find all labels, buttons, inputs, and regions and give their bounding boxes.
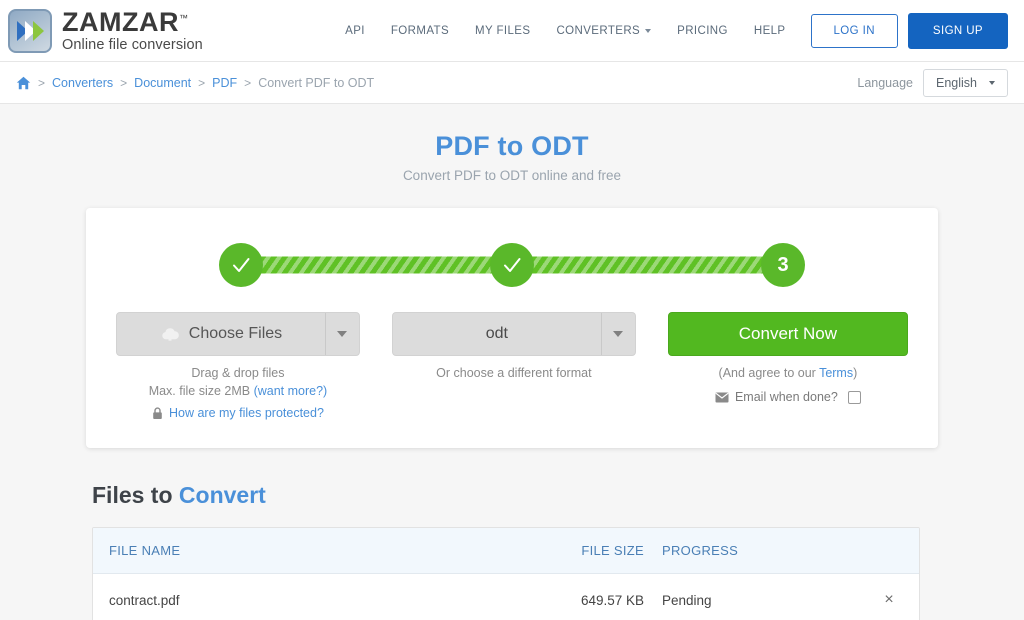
logo-title: ZAMZAR	[62, 7, 179, 37]
chevron-down-icon	[989, 81, 995, 85]
terms-link[interactable]: Terms	[819, 366, 853, 380]
nav-item-converters[interactable]: CONVERTERS	[543, 25, 664, 37]
table-row: contract.pdf 649.57 KB Pending ×	[93, 574, 919, 620]
choose-files-dropdown-toggle[interactable]	[325, 313, 359, 355]
files-table: FILE NAME FILE SIZE PROGRESS contract.pd…	[92, 527, 920, 620]
column-header-file-size: FILE SIZE	[524, 543, 644, 558]
format-selected-value-wrap[interactable]: odt	[393, 313, 601, 355]
terms-prefix: (And agree to our	[719, 366, 820, 380]
logo-link[interactable]: ZAMZAR™ Online file conversion	[8, 9, 203, 53]
breadcrumb: > Converters > Document > PDF > Convert …	[16, 76, 374, 90]
format-selected-value: odt	[486, 325, 508, 343]
nav-item-pricing[interactable]: PRICING	[664, 25, 741, 37]
format-select[interactable]: odt	[392, 312, 636, 356]
conversion-card: 3 Choose Files Drag & drop	[86, 208, 938, 448]
choose-files-button[interactable]: Choose Files	[116, 312, 360, 356]
step-2-complete-icon	[490, 243, 534, 287]
site-header: ZAMZAR™ Online file conversion API FORMA…	[0, 0, 1024, 62]
breadcrumb-item-document[interactable]: Document	[134, 76, 191, 90]
nav-label: CONVERTERS	[556, 25, 640, 37]
step-2-column: odt Or choose a different format	[392, 312, 636, 380]
page-title-block: PDF to ODT Convert PDF to ODT online and…	[0, 104, 1024, 183]
nav-label: FORMATS	[391, 25, 449, 37]
language-selected-value: English	[936, 76, 977, 90]
breadcrumb-separator: >	[244, 76, 251, 90]
nav-item-my-files[interactable]: MY FILES	[462, 25, 543, 37]
step-1-complete-icon	[219, 243, 263, 287]
files-title-prefix: Files to	[92, 482, 179, 508]
logo-subtitle: Online file conversion	[62, 38, 203, 53]
file-progress-cell: Pending	[644, 593, 859, 608]
column-header-progress: PROGRESS	[644, 543, 859, 558]
terms-suffix: )	[853, 366, 857, 380]
logo-trademark: ™	[179, 13, 189, 23]
format-dropdown-toggle[interactable]	[601, 313, 635, 355]
choose-files-label: Choose Files	[189, 325, 282, 343]
lock-icon	[152, 407, 163, 420]
chevron-down-icon	[337, 331, 347, 337]
column-header-file-name: FILE NAME	[93, 543, 524, 558]
breadcrumb-separator: >	[120, 76, 127, 90]
file-remove-cell: ×	[859, 592, 919, 608]
email-when-done-checkbox[interactable]	[848, 391, 861, 404]
main-navigation: API FORMATS MY FILES CONVERTERS PRICING …	[332, 0, 1008, 62]
max-file-size-hint: Max. file size 2MB (want more?)	[149, 384, 328, 398]
close-icon[interactable]: ×	[884, 591, 893, 608]
choose-format-hint: Or choose a different format	[436, 366, 591, 380]
step-3-current-badge: 3	[761, 243, 805, 287]
table-header-row: FILE NAME FILE SIZE PROGRESS	[93, 528, 919, 574]
mail-icon	[715, 392, 729, 403]
home-icon[interactable]	[16, 76, 31, 90]
nav-item-help[interactable]: HELP	[741, 25, 799, 37]
terms-agreement-text: (And agree to our Terms)	[719, 366, 858, 380]
nav-label: MY FILES	[475, 25, 530, 37]
nav-item-api[interactable]: API	[332, 25, 378, 37]
step-progress-indicator: 3	[219, 242, 805, 288]
breadcrumb-item-converters[interactable]: Converters	[52, 76, 113, 90]
step-connector-2	[512, 257, 783, 274]
nav-item-formats[interactable]: FORMATS	[378, 25, 462, 37]
log-in-button[interactable]: LOG IN	[811, 14, 898, 48]
files-protected-row: How are my files protected?	[152, 406, 324, 420]
zamzar-logo-icon	[8, 9, 52, 53]
chevron-down-icon	[645, 29, 651, 33]
conversion-actions: Choose Files Drag & drop files Max. file…	[116, 312, 908, 420]
nav-label: PRICING	[677, 25, 728, 37]
breadcrumb-separator: >	[38, 76, 45, 90]
files-protected-link[interactable]: How are my files protected?	[169, 406, 324, 420]
nav-label: API	[345, 25, 365, 37]
file-name-cell: contract.pdf	[93, 593, 524, 608]
drag-drop-hint: Drag & drop files	[191, 366, 284, 380]
max-file-size-text: Max. file size 2MB	[149, 384, 254, 398]
nav-label: HELP	[754, 25, 786, 37]
language-label: Language	[857, 76, 913, 90]
email-when-done-label: Email when done?	[735, 390, 838, 404]
choose-files-main[interactable]: Choose Files	[117, 313, 325, 355]
want-more-link[interactable]: (want more?)	[254, 384, 328, 398]
language-selector-group: Language English	[857, 62, 1008, 104]
file-size-cell: 649.57 KB	[524, 593, 644, 608]
chevron-down-icon	[613, 331, 623, 337]
files-title-highlight: Convert	[179, 482, 266, 508]
email-when-done-row: Email when done?	[715, 390, 861, 404]
files-to-convert-section: Files to Convert FILE NAME FILE SIZE PRO…	[86, 482, 938, 620]
language-select[interactable]: English	[923, 69, 1008, 97]
sign-up-button[interactable]: SIGN UP	[908, 13, 1008, 49]
convert-now-button[interactable]: Convert Now	[668, 312, 908, 356]
step-connector-1	[241, 257, 512, 274]
breadcrumb-separator: >	[198, 76, 205, 90]
step-3-column: Convert Now (And agree to our Terms) Ema…	[668, 312, 908, 404]
breadcrumb-item-current: Convert PDF to ODT	[258, 76, 374, 90]
cloud-upload-icon	[160, 326, 180, 342]
files-section-title: Files to Convert	[86, 482, 938, 509]
page-title: PDF to ODT	[0, 131, 1024, 162]
breadcrumb-bar: > Converters > Document > PDF > Convert …	[0, 62, 1024, 104]
breadcrumb-item-pdf[interactable]: PDF	[212, 76, 237, 90]
page-subtitle: Convert PDF to ODT online and free	[0, 168, 1024, 183]
step-1-column: Choose Files Drag & drop files Max. file…	[116, 312, 360, 420]
